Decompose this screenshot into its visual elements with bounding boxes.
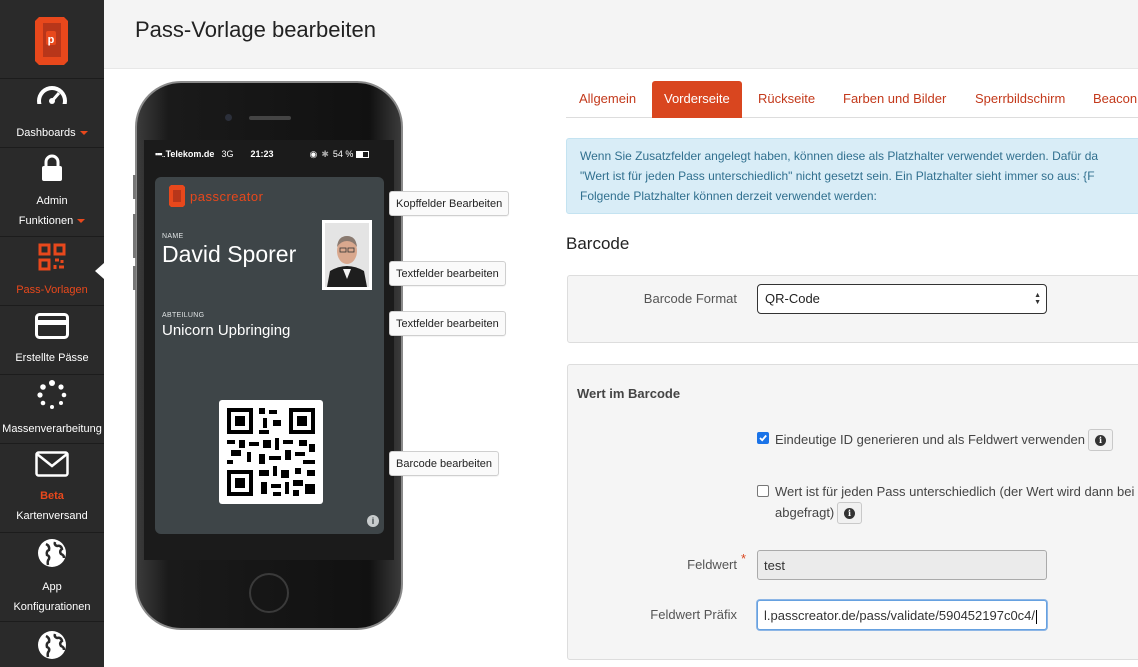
sidebar-item-more[interactable] xyxy=(0,622,104,667)
sidebar-item-label: Massenverarbeitung xyxy=(2,422,102,435)
phone-status-bar: ▪▪▪.. Telekom.de 3G 21:23 ◉ ✱ 54 % xyxy=(155,147,387,161)
tab-allgemein[interactable]: Allgemein xyxy=(567,81,648,118)
edit-header-fields-button[interactable]: Kopffelder Bearbeiten xyxy=(389,191,510,216)
sidebar: p Dashboards Admin Funktionen Pass-Vorla… xyxy=(0,0,104,667)
sidebar-item-dashboards[interactable]: Dashboards xyxy=(0,79,104,148)
pass-info-icon[interactable]: i xyxy=(367,515,379,527)
gauge-icon xyxy=(35,84,69,117)
field-value-label: Feldwert xyxy=(687,557,737,572)
svg-text:p: p xyxy=(48,34,55,46)
passcreator-logo-icon xyxy=(169,185,185,207)
sidebar-item-erstellte-paesse[interactable]: Erstellte Pässe xyxy=(0,306,104,375)
globe-icon xyxy=(37,630,67,663)
speaker-grille xyxy=(249,116,291,120)
sidebar-item-label: App xyxy=(42,580,62,593)
unique-id-info-button[interactable]: i xyxy=(1088,429,1113,451)
sidebar-item-label: Dashboards xyxy=(16,126,76,139)
field-prefix-input[interactable]: l.passcreator.de/pass/validate/590452197… xyxy=(757,600,1047,630)
dept-field-value: Unicorn Upbringing xyxy=(162,322,291,339)
pass-brand-logo: passcreator xyxy=(168,184,263,208)
bluetooth-icon: ✱ xyxy=(321,148,329,159)
name-field-label: NAME xyxy=(162,233,184,240)
name-field-value: David Sporer xyxy=(162,241,297,267)
page-title: Pass-Vorlage bearbeiten xyxy=(135,17,376,42)
credit-card-icon xyxy=(35,312,69,342)
sidebar-item-label: Admin xyxy=(36,194,68,207)
barcode-value-panel-title: Wert im Barcode xyxy=(577,386,681,401)
qr-code xyxy=(219,400,323,504)
chevron-down-icon xyxy=(79,130,88,135)
qr-code-icon xyxy=(38,243,66,274)
beta-badge: Beta xyxy=(40,489,64,502)
pass-brand-text: passcreator xyxy=(190,188,264,204)
battery-label: 54 % xyxy=(332,149,354,159)
time-label: 21:23 xyxy=(250,149,274,159)
per-pass-value-info-button[interactable]: i xyxy=(837,502,862,524)
barcode-format-label: Barcode Format xyxy=(643,291,737,306)
barcode-format-value: QR-Code xyxy=(765,291,820,306)
sidebar-item-label: Kartenversand xyxy=(16,509,88,522)
info-icon: i xyxy=(844,507,855,519)
spinner-icon xyxy=(37,379,67,413)
tab-rueckseite[interactable]: Rückseite xyxy=(746,81,827,118)
per-pass-value-checkbox-label: Wert ist für jeden Pass unterschiedlich … xyxy=(775,484,1135,499)
portrait-photo xyxy=(322,220,372,290)
alert-line: "Wert ist für jeden Pass unterschiedlich… xyxy=(580,169,1095,183)
edit-text-fields-button-2[interactable]: Textfelder bearbeiten xyxy=(389,311,506,336)
tab-vorderseite[interactable]: Vorderseite xyxy=(652,81,742,118)
info-alert: Wenn Sie Zusatzfelder angelegt haben, kö… xyxy=(566,138,1138,214)
phone-side-button xyxy=(133,214,136,258)
network-label: 3G xyxy=(221,149,234,159)
edit-barcode-button[interactable]: Barcode bearbeiten xyxy=(389,451,500,476)
camera-icon xyxy=(225,114,232,121)
lock-icon xyxy=(40,154,64,185)
home-button xyxy=(249,573,289,613)
tab-farben-und-bilder[interactable]: Farben und Bilder xyxy=(831,81,958,118)
field-prefix-label: Feldwert Präfix xyxy=(650,607,737,622)
text-cursor xyxy=(1036,609,1038,624)
alert-line: Wenn Sie Zusatzfelder angelegt haben, kö… xyxy=(580,149,1099,163)
unique-id-checkbox[interactable] xyxy=(757,432,769,444)
tab-beacon[interactable]: Beacon xyxy=(1081,81,1138,118)
sidebar-item-label: Pass-Vorlagen xyxy=(16,283,88,296)
sidebar-item-pass-vorlagen[interactable]: Pass-Vorlagen xyxy=(0,237,104,306)
passcreator-logo-icon: p xyxy=(35,17,68,65)
barcode-section-title: Barcode xyxy=(566,234,630,253)
app-logo[interactable]: p xyxy=(0,0,104,79)
phone-side-button xyxy=(133,175,136,199)
battery-icon xyxy=(356,150,370,158)
signal-icon: ▪▪▪.. xyxy=(155,149,166,159)
globe-icon xyxy=(37,538,67,571)
chevron-down-icon xyxy=(77,218,86,223)
sidebar-item-massenverarbeitung[interactable]: Massenverarbeitung xyxy=(0,375,104,444)
sidebar-item-kartenversand[interactable]: Beta Kartenversand xyxy=(0,444,104,533)
sidebar-item-label-2: Funktionen xyxy=(18,214,74,227)
field-value-input[interactable]: test xyxy=(757,550,1047,580)
per-pass-value-checkbox[interactable] xyxy=(757,485,769,497)
field-prefix-value: l.passcreator.de/pass/validate/590452197… xyxy=(764,608,1036,623)
phone-side-button xyxy=(133,266,136,290)
sidebar-item-admin[interactable]: Admin Funktionen xyxy=(0,148,104,237)
per-pass-value-checkbox-label-2: abgefragt) xyxy=(775,505,835,520)
location-icon: ◉ xyxy=(309,148,318,159)
sidebar-item-label: Erstellte Pässe xyxy=(15,351,89,364)
tab-sperrbildschirm[interactable]: Sperrbildschirm xyxy=(963,81,1077,118)
alert-line: Folgende Platzhalter können derzeit verw… xyxy=(580,189,877,203)
sidebar-item-app-konfigurationen[interactable]: App Konfigurationen xyxy=(0,533,104,622)
tab-bar: Allgemein Vorderseite Rückseite Farben u… xyxy=(566,81,1138,118)
barcode-format-select[interactable]: QR-Code ▲ ▼ xyxy=(757,284,1047,314)
edit-text-fields-button[interactable]: Textfelder bearbeiten xyxy=(389,261,506,286)
active-indicator xyxy=(95,263,104,279)
carrier-label: Telekom.de xyxy=(165,149,215,159)
sidebar-item-label-2: Konfigurationen xyxy=(13,600,91,613)
select-arrows-icon: ▲ ▼ xyxy=(1034,292,1041,306)
envelope-icon xyxy=(35,450,69,480)
info-icon: i xyxy=(1095,434,1106,446)
unique-id-checkbox-label: Eindeutige ID generieren und als Feldwer… xyxy=(775,432,1086,447)
dept-field-label: ABTEILUNG xyxy=(162,312,205,319)
required-asterisk: * xyxy=(741,551,747,566)
page-header: Pass-Vorlage bearbeiten xyxy=(104,0,1138,69)
